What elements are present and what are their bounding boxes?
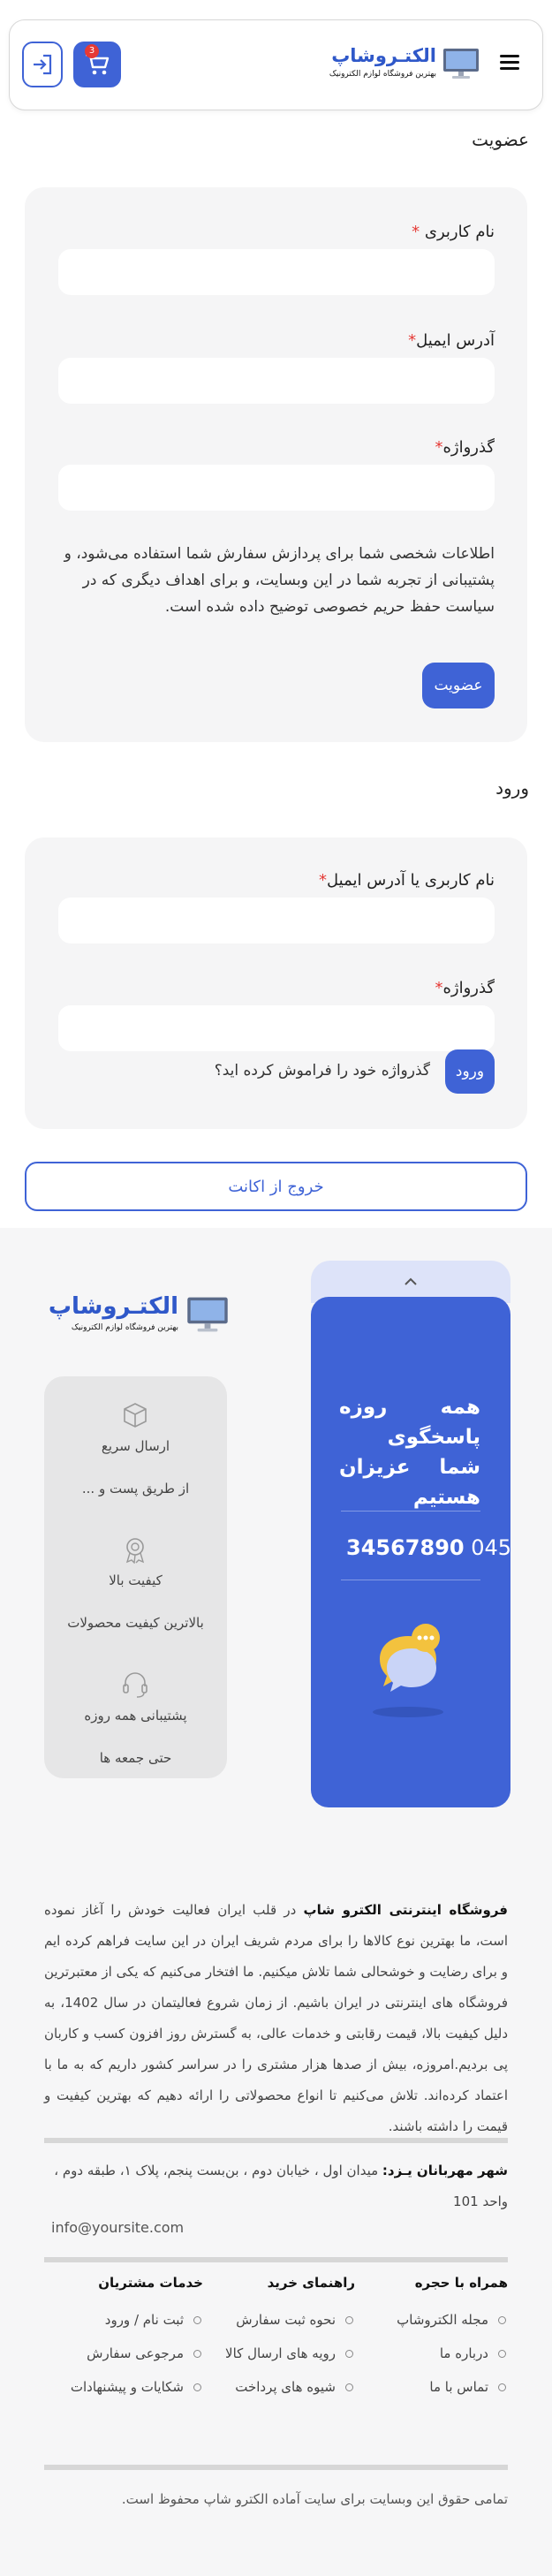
column-title: همراه با حجره xyxy=(414,2275,508,2291)
feature-subtitle: بالاترین کیفیت محصولات xyxy=(67,1615,204,1631)
address-text: شهر مهربانان یـزد: میدان اول ، خیابان دو… xyxy=(54,2163,508,2209)
monitor-icon xyxy=(187,1297,228,1332)
login-password-input[interactable] xyxy=(58,1005,495,1051)
feature-subtitle: از طریق پست و ... xyxy=(81,1481,190,1496)
column-title: راهنمای خرید xyxy=(267,2275,355,2291)
divider xyxy=(44,2465,508,2470)
password-label: گذرواژه* xyxy=(435,438,495,457)
brand-name: الکتـروشاپ xyxy=(331,45,436,66)
footer-link[interactable]: ثبت نام / ورود xyxy=(44,2303,203,2337)
cart-count-badge: 3 xyxy=(85,44,99,58)
cart-button[interactable]: 3 xyxy=(73,42,121,87)
copyright-text: تمامی حقوق این وبسایت برای سایت آماده ال… xyxy=(121,2491,508,2507)
headset-icon xyxy=(123,1672,147,1698)
forgot-password-link[interactable]: گذرواژه خود را فراموش کرده اید؟ xyxy=(215,1062,430,1080)
footer-column-hojre: همراه با حجره مجله الکتروشاپ درباره ما ت… xyxy=(358,2275,508,2404)
site-footer: همه روزه پاسخگوی شما عزیزان هستیم 045 34… xyxy=(0,1228,552,2576)
login-user-input[interactable] xyxy=(58,898,495,943)
footer-link[interactable]: رویه های ارسال کالا xyxy=(205,2337,355,2370)
chat-support-icon xyxy=(373,1624,443,1717)
badge-icon xyxy=(125,1538,145,1564)
logout-button[interactable]: خروج از اکانت xyxy=(25,1162,527,1211)
site-header: الکتـروشاپ بهترین فروشگاه لوازم الکترونی… xyxy=(9,19,543,110)
column-title: خدمات مشتریان xyxy=(98,2275,203,2291)
brand-tagline: بهترین فروشگاه لوازم الکترونیک xyxy=(329,70,436,79)
footer-link[interactable]: درباره ما xyxy=(358,2337,508,2370)
feature-title: ارسال سریع xyxy=(101,1438,170,1454)
footer-link[interactable]: شیوه های پرداخت xyxy=(205,2370,355,2404)
divider xyxy=(44,2138,508,2143)
footer-link[interactable]: شکایات و پیشنهادات xyxy=(44,2370,203,2404)
email-label: آدرس ایمیل* xyxy=(408,331,495,350)
register-button[interactable]: عضویت xyxy=(422,663,495,708)
login-user-label: نام کاربری یا آدرس ایمیل* xyxy=(319,871,495,890)
hamburger-menu-icon[interactable] xyxy=(500,55,519,71)
box-icon xyxy=(124,1403,147,1428)
password-input[interactable] xyxy=(58,465,495,511)
feature-title: پشتیبانی همه روزه xyxy=(84,1708,187,1724)
feature-subtitle: حتی جمعه ها xyxy=(99,1750,172,1766)
support-card: همه روزه پاسخگوی شما عزیزان هستیم 045 34… xyxy=(311,1297,512,1807)
divider xyxy=(341,1511,480,1512)
footer-link[interactable]: مرجوعی سفارش xyxy=(44,2337,203,2370)
privacy-note: اطلاعات شخصی شما برای پردازش سفارش شما ا… xyxy=(64,545,495,616)
footer-email[interactable]: info@yoursite.com xyxy=(51,2219,184,2236)
register-title: عضویت xyxy=(472,129,529,150)
login-icon xyxy=(34,54,52,75)
support-phone: 045 34567890 xyxy=(346,1535,512,1560)
footer-brand-name: الکتـروشاپ xyxy=(48,1293,178,1320)
support-text: همه روزه پاسخگوی شما عزیزان هستیم xyxy=(339,1396,480,1509)
chevron-up-icon xyxy=(405,1277,417,1285)
monitor-icon xyxy=(443,49,479,79)
register-card: نام کاربری * آدرس ایمیل* گذرواژه* اطلاعا… xyxy=(25,187,527,742)
footer-link[interactable]: نحوه ثبت سفارش xyxy=(205,2303,355,2337)
login-title: ورود xyxy=(495,777,529,799)
login-card: نام کاربری یا آدرس ایمیل* گذرواژه* ورود … xyxy=(25,837,527,1129)
login-button-submit[interactable]: ورود xyxy=(445,1049,495,1094)
login-button[interactable] xyxy=(22,42,63,87)
site-logo[interactable]: الکتـروشاپ بهترین فروشگاه لوازم الکترونی… xyxy=(329,43,480,86)
footer-column-services: خدمات مشتریان ثبت نام / ورود مرجوعی سفار… xyxy=(44,2275,203,2404)
username-input[interactable] xyxy=(58,249,495,295)
features-panel: ارسال سریع از طریق پست و ... کیفیت بالا … xyxy=(44,1376,227,1778)
email-input[interactable] xyxy=(58,358,495,404)
footer-link[interactable]: مجله الکتروشاپ xyxy=(358,2303,508,2337)
login-password-label: گذرواژه* xyxy=(435,979,495,997)
divider xyxy=(44,2257,508,2262)
footer-column-guide: راهنمای خرید نحوه ثبت سفارش رویه های ارس… xyxy=(205,2275,355,2404)
about-text: فروشگاه اینترنتی الکترو شاپ در قلب ایران… xyxy=(44,1902,509,2134)
footer-brand-tagline: بهترین فروشگاه لوازم الکترونیک xyxy=(71,1323,178,1332)
footer-logo[interactable]: الکتـروشاپ بهترین فروشگاه لوازم الکترونی… xyxy=(49,1292,230,1341)
username-label: نام کاربری * xyxy=(412,223,495,241)
footer-link[interactable]: تماس با ما xyxy=(358,2370,508,2404)
feature-title: کیفیت بالا xyxy=(109,1572,163,1588)
